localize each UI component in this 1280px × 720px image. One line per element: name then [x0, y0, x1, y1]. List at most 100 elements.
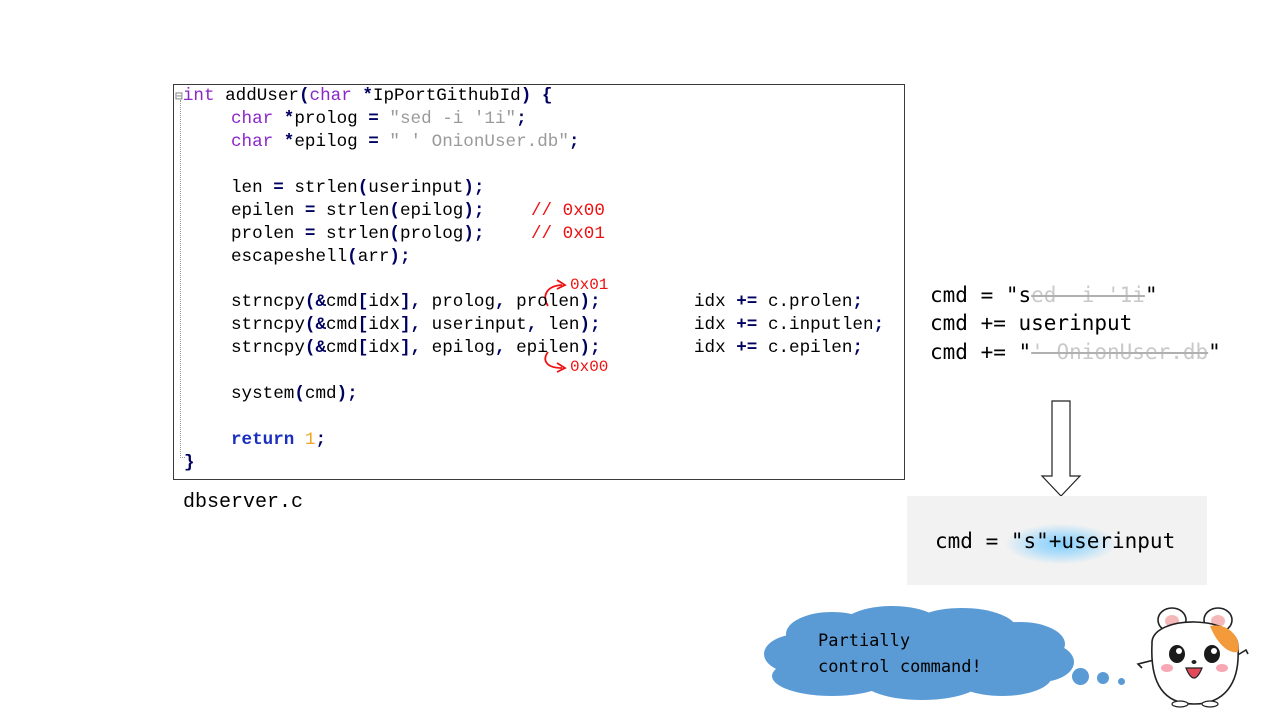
paren: (: [298, 86, 310, 106]
arg: idx: [368, 292, 400, 312]
arg: len: [537, 315, 580, 335]
fold-toggle-icon[interactable]: ⊟: [175, 89, 183, 104]
idx-update-1: idx += c.prolen;: [694, 291, 863, 313]
arg: epilog: [399, 201, 464, 221]
paren: (: [304, 338, 316, 358]
cmd-text: ": [1144, 283, 1158, 307]
assign-op: =: [368, 109, 379, 129]
arg: cmd: [326, 315, 358, 335]
string-literal: "sed -i '1i": [389, 109, 517, 129]
code-line-9: strncpy(&cmd[idx], userinput, len);: [231, 314, 601, 336]
return-keyword: return: [231, 430, 295, 450]
pointer-op: *: [283, 132, 295, 152]
paren: (: [357, 178, 369, 198]
semicolon: ;: [873, 315, 885, 335]
arg: arr: [357, 247, 390, 267]
paren: (: [347, 247, 358, 267]
brace: }: [184, 453, 195, 473]
epilen-value-label: 0x00: [570, 358, 609, 376]
function-call: strlen: [326, 201, 390, 221]
code-line-12: return 1;: [231, 429, 326, 451]
epilen-comment: // 0x00: [531, 201, 605, 221]
assign-op: =: [368, 132, 379, 152]
code-line-4: len = strlen(userinput);: [231, 177, 484, 199]
member: c.epilen: [767, 338, 853, 358]
cmd-text: ": [1208, 340, 1221, 364]
arg: epilog: [421, 338, 495, 358]
semicolon: ;: [590, 338, 601, 358]
semicolon: ;: [473, 178, 485, 198]
bracket: ]: [399, 315, 411, 335]
idx-update-2: idx += c.inputlen;: [694, 314, 884, 336]
bracket: ]: [399, 338, 411, 358]
arg: cmd: [326, 338, 358, 358]
function-call: escapeshell: [231, 247, 348, 267]
comma: ,: [495, 338, 506, 358]
comma: ,: [410, 292, 422, 312]
member: c.inputlen: [767, 315, 874, 335]
assign-op: =: [273, 178, 284, 198]
function-call: strncpy: [231, 292, 305, 312]
semicolon: ;: [347, 384, 358, 404]
function-name: addUser: [225, 86, 299, 106]
function-call: strncpy: [231, 338, 305, 358]
fold-guide-line: [180, 100, 181, 458]
var-name: len: [231, 178, 263, 198]
function-call: strlen: [326, 224, 390, 244]
code-line-3: char *epilog = " ' OnionUser.db";: [231, 131, 579, 153]
speech-text: Partially control command!: [818, 628, 1018, 680]
type-keyword: char: [309, 86, 352, 106]
brace: {: [541, 86, 553, 106]
code-line-7: escapeshell(arr);: [231, 246, 411, 268]
var-name: epilen: [231, 201, 295, 221]
code-line-13: }: [184, 452, 195, 474]
var-name: idx: [694, 315, 726, 335]
var-name: idx: [694, 338, 726, 358]
cmd-text: cmd += ": [930, 340, 1032, 364]
plus-assign-op: +=: [736, 292, 758, 312]
var-name: idx: [694, 292, 726, 312]
function-call: strlen: [294, 178, 358, 198]
code-line-8: strncpy(&cmd[idx], prolog, prolen);: [231, 291, 601, 313]
bracket: ]: [399, 292, 411, 312]
var-name: prolen: [231, 224, 295, 244]
address-op: &: [315, 292, 327, 312]
address-op: &: [315, 338, 327, 358]
bracket: [: [357, 315, 369, 335]
paren: ): [463, 178, 474, 198]
prolen-comment: // 0x01: [531, 224, 605, 244]
code-line-6: prolen = strlen(prolog);: [231, 223, 484, 245]
speech-line-2: control command!: [818, 657, 982, 677]
arg: userinput: [421, 315, 527, 335]
paren: ): [463, 224, 474, 244]
cmd-faded-text: ' OnionUser.db: [1031, 340, 1209, 364]
type-keyword: char: [231, 132, 274, 152]
thought-dot-small: [1118, 678, 1125, 685]
cmd-text: cmd = "s: [930, 283, 1032, 307]
comma: ,: [410, 315, 422, 335]
param-name: IpPortGithubId: [372, 86, 521, 106]
comma: ,: [410, 338, 422, 358]
paren: ): [579, 338, 591, 358]
paren: (: [389, 201, 400, 221]
semicolon: ;: [315, 430, 327, 450]
paren: (: [304, 292, 316, 312]
file-name-caption: dbserver.c: [183, 491, 304, 514]
paren: ): [389, 247, 400, 267]
paren: ): [336, 384, 348, 404]
paren: ): [579, 292, 591, 312]
function-call: system: [231, 384, 295, 404]
type-keyword: char: [231, 109, 274, 129]
paren: (: [389, 224, 400, 244]
thought-dot-medium: [1097, 672, 1109, 684]
thought-dot-large: [1072, 668, 1089, 685]
semicolon: ;: [590, 292, 601, 312]
comma: ,: [526, 315, 538, 335]
semicolon: ;: [473, 224, 485, 244]
member: c.prolen: [767, 292, 853, 312]
result-text: cmd = "s"+userinput: [935, 529, 1176, 553]
semicolon: ;: [590, 315, 601, 335]
arg: idx: [368, 315, 400, 335]
semicolon: ;: [516, 109, 527, 129]
arg: prolog: [421, 292, 495, 312]
